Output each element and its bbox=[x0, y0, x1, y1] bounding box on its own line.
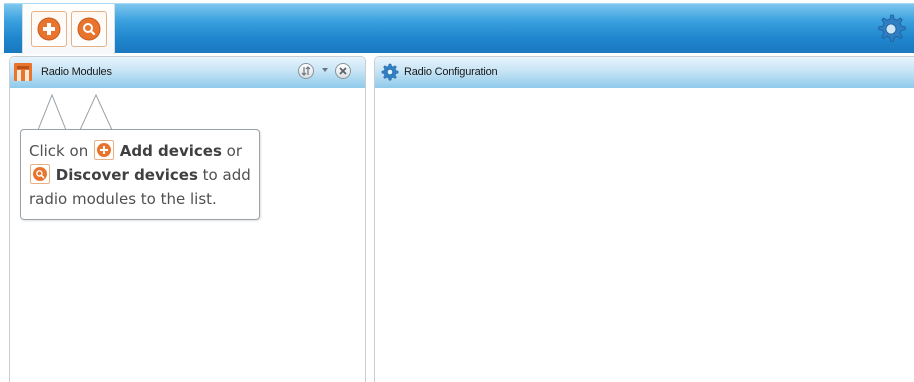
radio-modules-header: Radio Modules bbox=[10, 57, 365, 88]
callout-pointer bbox=[37, 93, 113, 131]
hint-text-part2: or bbox=[221, 142, 243, 160]
add-devices-button[interactable] bbox=[31, 11, 67, 47]
hint-text-part1: Click on bbox=[29, 142, 93, 160]
gear-icon bbox=[878, 14, 906, 42]
add-devices-hint-callout: Click on Add devices or Discover devices… bbox=[20, 129, 260, 220]
gear-icon bbox=[381, 63, 399, 81]
discover-devices-button[interactable] bbox=[71, 11, 107, 47]
discover-device-inline-icon bbox=[30, 164, 50, 184]
add-circle-icon bbox=[37, 17, 61, 41]
search-circle-icon bbox=[77, 17, 101, 41]
close-icon bbox=[339, 67, 347, 75]
radio-modules-title: Radio Modules bbox=[41, 66, 112, 78]
toolbar-actions bbox=[22, 4, 115, 54]
hint-add-devices-label: Add devices bbox=[119, 142, 222, 160]
add-device-inline-icon bbox=[93, 140, 114, 160]
hint-text: Click on Add devices or Discover devices… bbox=[29, 139, 257, 211]
hint-discover-devices-label: Discover devices bbox=[55, 166, 198, 184]
close-button[interactable] bbox=[335, 63, 351, 79]
settings-button[interactable] bbox=[875, 12, 909, 46]
radio-configuration-header: Radio Configuration bbox=[375, 57, 914, 88]
sort-icon bbox=[301, 66, 311, 76]
sort-dropdown-icon[interactable] bbox=[322, 68, 328, 72]
radio-configuration-title: Radio Configuration bbox=[404, 66, 498, 78]
sort-button[interactable] bbox=[298, 63, 314, 79]
radio-modules-icon bbox=[14, 63, 32, 81]
main-toolbar bbox=[4, 3, 914, 54]
radio-configuration-panel: Radio Configuration bbox=[374, 56, 914, 382]
